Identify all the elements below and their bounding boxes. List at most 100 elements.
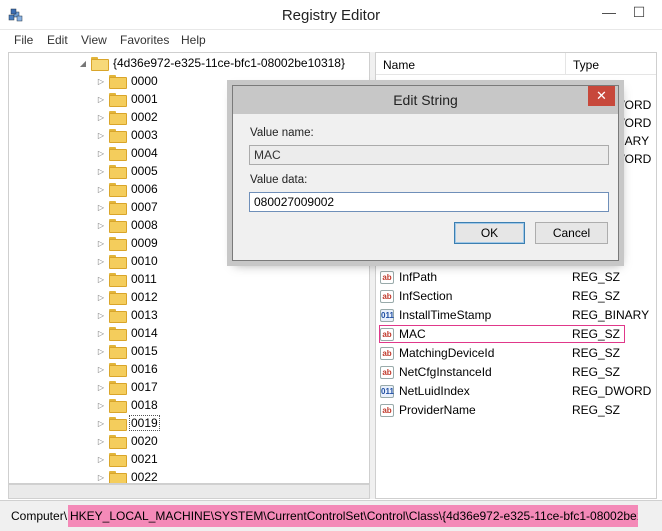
cancel-button[interactable]: Cancel (535, 222, 608, 244)
tree-item-0020[interactable]: ▷ 0020 (95, 432, 160, 450)
tree-item-0001[interactable]: ▷ 0001 (95, 90, 160, 108)
tree-item-0009[interactable]: ▷ 0009 (95, 234, 160, 252)
folder-icon (109, 291, 127, 305)
tree-item-0018[interactable]: ▷ 0018 (95, 396, 160, 414)
expand-arrow-icon[interactable]: ▷ (95, 311, 107, 320)
menu-file[interactable]: File (14, 33, 33, 47)
menu-view[interactable]: View (81, 33, 107, 47)
expand-arrow-icon[interactable]: ▷ (95, 293, 107, 302)
tree-item-0016[interactable]: ▷ 0016 (95, 360, 160, 378)
folder-icon (109, 381, 127, 395)
expand-arrow-icon[interactable]: ▷ (95, 419, 107, 428)
tree-item-0004[interactable]: ▷ 0004 (95, 144, 160, 162)
tree-item-label: 0013 (131, 308, 158, 322)
value-type: REG_SZ (572, 365, 621, 379)
expand-arrow-icon[interactable]: ▷ (95, 383, 107, 392)
string-value-icon: ab (380, 346, 394, 360)
tree-item-0022[interactable]: ▷ 0022 (95, 468, 160, 483)
tree-item-label: 0011 (131, 272, 157, 286)
tree-item-label: 0020 (131, 434, 158, 448)
expand-arrow-icon[interactable]: ▷ (95, 239, 107, 248)
expand-arrow-icon[interactable]: ▷ (95, 455, 107, 464)
value-name: MAC (399, 327, 426, 341)
menu-edit[interactable]: Edit (47, 33, 68, 47)
expand-arrow-icon[interactable]: ▷ (95, 257, 107, 266)
value-row[interactable]: 011 NetLuidIndex REG_DWORD (380, 382, 652, 400)
tree-item-0021[interactable]: ▷ 0021 (95, 450, 160, 468)
expand-arrow-icon[interactable]: ▷ (95, 203, 107, 212)
expand-arrow-icon[interactable]: ▷ (95, 473, 107, 482)
expand-arrow-icon[interactable]: ▷ (95, 149, 107, 158)
value-type: REG_BINARY (572, 308, 650, 322)
tree-item-class-guid[interactable]: ◢ {4d36e972-e325-11ce-bfc1-08002be10318} (77, 54, 347, 72)
tree-item-0007[interactable]: ▷ 0007 (95, 198, 160, 216)
folder-icon (109, 93, 127, 107)
binary-value-icon: 011 (380, 308, 394, 322)
tree-item-label: 0015 (131, 344, 158, 358)
tree-horizontal-scrollbar[interactable] (8, 484, 370, 499)
tree-item-label: 0007 (131, 200, 158, 214)
tree-item-0015[interactable]: ▷ 0015 (95, 342, 160, 360)
folder-icon (109, 75, 127, 89)
tree-item-0003[interactable]: ▷ 0003 (95, 126, 160, 144)
folder-icon (109, 219, 127, 233)
column-header-type[interactable]: Type (566, 53, 656, 75)
tree-item-label: 0001 (131, 92, 158, 106)
value-row[interactable]: ab ProviderName REG_SZ (380, 401, 652, 419)
menu-help[interactable]: Help (181, 33, 206, 47)
tree-item-0012[interactable]: ▷ 0012 (95, 288, 160, 306)
expand-arrow-icon[interactable]: ▷ (95, 77, 107, 86)
expand-arrow-icon[interactable]: ▷ (95, 437, 107, 446)
value-name-label: Value name: (250, 127, 314, 139)
column-header-name[interactable]: Name (376, 53, 566, 75)
value-row[interactable]: ab InfPath REG_SZ (380, 268, 652, 286)
tree-item-label: 0006 (131, 182, 158, 196)
tree-item-label: 0005 (131, 164, 158, 178)
string-value-icon: ab (380, 270, 394, 284)
status-bar: Computer\ HKEY_LOCAL_MACHINE\SYSTEM\Curr… (0, 500, 662, 531)
maximize-button[interactable]: ☐ (624, 0, 654, 24)
expand-arrow-icon[interactable]: ▷ (95, 185, 107, 194)
expand-arrow-icon[interactable]: ▷ (95, 113, 107, 122)
ok-button[interactable]: OK (454, 222, 525, 244)
collapse-arrow-icon[interactable]: ◢ (77, 59, 89, 68)
tree-item-0017[interactable]: ▷ 0017 (95, 378, 160, 396)
tree-item-0013[interactable]: ▷ 0013 (95, 306, 160, 324)
tree-item-0014[interactable]: ▷ 0014 (95, 324, 160, 342)
folder-icon (109, 201, 127, 215)
expand-arrow-icon[interactable]: ▷ (95, 347, 107, 356)
value-row[interactable]: ab NetCfgInstanceId REG_SZ (380, 363, 652, 381)
minimize-button[interactable]: — (594, 0, 624, 24)
tree-item-0008[interactable]: ▷ 0008 (95, 216, 160, 234)
tree-item-0000[interactable]: ▷ 0000 (95, 72, 160, 90)
menu-favorites[interactable]: Favorites (120, 33, 169, 47)
folder-icon (109, 273, 127, 287)
tree-item-0010[interactable]: ▷ 0010 (95, 252, 160, 270)
expand-arrow-icon[interactable]: ▷ (95, 221, 107, 230)
expand-arrow-icon[interactable]: ▷ (95, 275, 107, 284)
value-name: ProviderName (399, 403, 476, 417)
folder-icon (109, 363, 127, 377)
expand-arrow-icon[interactable]: ▷ (95, 329, 107, 338)
expand-arrow-icon[interactable]: ▷ (95, 131, 107, 140)
value-row[interactable]: ab InfSection REG_SZ (380, 287, 652, 305)
expand-arrow-icon[interactable]: ▷ (95, 365, 107, 374)
dialog-close-button[interactable]: ✕ (588, 86, 615, 106)
value-type: REG_SZ (572, 327, 621, 341)
tree-item-0005[interactable]: ▷ 0005 (95, 162, 160, 180)
folder-icon (109, 471, 127, 483)
tree-item-0002[interactable]: ▷ 0002 (95, 108, 160, 126)
menu-bar: File Edit View Favorites Help (0, 30, 662, 50)
tree-item-0006[interactable]: ▷ 0006 (95, 180, 160, 198)
expand-arrow-icon[interactable]: ▷ (95, 95, 107, 104)
value-row[interactable]: ab MAC REG_SZ (379, 325, 625, 343)
value-row[interactable]: 011 InstallTimeStamp REG_BINARY (380, 306, 652, 324)
expand-arrow-icon[interactable]: ▷ (95, 167, 107, 176)
tree-item-0019[interactable]: ▷ 0019 (95, 414, 160, 432)
expand-arrow-icon[interactable]: ▷ (95, 401, 107, 410)
value-name-field[interactable] (249, 145, 609, 165)
value-row[interactable]: ab MatchingDeviceId REG_SZ (380, 344, 652, 362)
value-data-field[interactable] (249, 192, 609, 212)
folder-open-icon (91, 57, 109, 71)
tree-item-0011[interactable]: ▷ 0011 (95, 270, 159, 288)
